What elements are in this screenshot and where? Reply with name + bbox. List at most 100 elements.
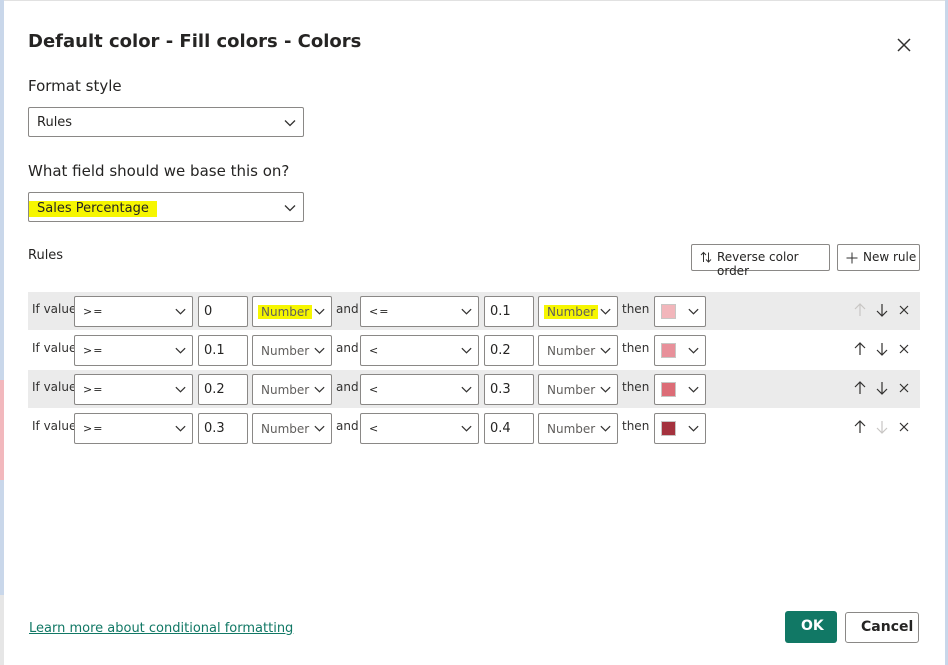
rule-row: If value >= 0.2 Number and < 0.3 Number … [28,370,920,408]
type1-dropdown[interactable]: Number [252,335,332,366]
cancel-button[interactable]: Cancel [845,612,919,643]
operator2-value: < [369,344,380,357]
move-down-icon[interactable] [874,380,890,396]
if-value-label: If value [32,419,77,433]
value1-input[interactable]: 0 [198,296,248,327]
then-label: then [622,380,650,394]
if-value-label: If value [32,341,77,355]
and-label: and [336,341,359,355]
value1-text: 0 [204,304,213,319]
move-up-icon[interactable] [852,419,868,435]
color-swatch [661,382,676,397]
delete-rule-icon[interactable] [896,341,912,357]
value2-input[interactable]: 0.2 [484,335,534,366]
delete-rule-icon[interactable] [896,302,912,318]
rule-row: If value >= 0.3 Number and < 0.4 Number … [28,409,920,447]
type2-value: Number [544,305,599,319]
format-style-dropdown[interactable]: Rules [28,107,304,137]
move-up-icon[interactable] [852,341,868,357]
type2-dropdown[interactable]: Number [538,374,618,405]
operator2-dropdown[interactable]: < [360,413,479,444]
chevron-down-icon [314,386,325,393]
field-value: Sales Percentage [29,201,157,217]
value2-input[interactable]: 0.4 [484,413,534,444]
operator1-value: >= [83,422,104,435]
delete-rule-icon[interactable] [896,380,912,396]
move-down-icon[interactable] [874,302,890,318]
value1-text: 0.2 [204,382,225,397]
move-up-icon[interactable] [852,302,868,318]
operator1-value: >= [83,344,104,357]
value2-input[interactable]: 0.3 [484,374,534,405]
chevron-down-icon [461,386,472,393]
type1-value: Number [261,383,310,397]
rule-row: If value >= 0.1 Number and < 0.2 Number … [28,331,920,369]
value2-text: 0.2 [490,343,511,358]
chevron-down-icon [175,386,186,393]
then-label: then [622,419,650,433]
if-value-label: If value [32,380,77,394]
then-label: then [622,341,650,355]
type1-value: Number [258,305,313,319]
chevron-down-icon [314,347,325,354]
type1-dropdown[interactable]: Number [252,413,332,444]
value1-input[interactable]: 0.2 [198,374,248,405]
type1-dropdown[interactable]: Number [252,374,332,405]
operator1-dropdown[interactable]: >= [74,413,193,444]
operator1-value: >= [83,305,104,318]
and-label: and [336,380,359,394]
color-picker[interactable] [654,335,706,366]
type1-value: Number [261,422,310,436]
move-down-icon[interactable] [874,419,890,435]
move-up-icon[interactable] [852,380,868,396]
rules-label: Rules [28,248,64,263]
operator1-value: >= [83,383,104,396]
operator2-value: <= [369,305,390,318]
delete-rule-icon[interactable] [896,419,912,435]
operator1-dropdown[interactable]: >= [74,374,193,405]
operator2-dropdown[interactable]: <= [360,296,479,327]
type1-value: Number [261,344,310,358]
chevron-down-icon [600,308,611,315]
chevron-down-icon [175,347,186,354]
type2-value: Number [547,383,596,397]
field-dropdown[interactable]: Sales Percentage [28,192,304,222]
value1-input[interactable]: 0.3 [198,413,248,444]
chevron-down-icon [600,386,611,393]
chevron-down-icon [175,425,186,432]
operator2-dropdown[interactable]: < [360,335,479,366]
chevron-down-icon [688,347,699,354]
new-rule-label: New rule [863,250,917,264]
sort-arrows-icon [700,251,712,263]
type2-dropdown[interactable]: Number [538,296,618,327]
ok-label: OK [801,618,824,634]
value2-input[interactable]: 0.1 [484,296,534,327]
learn-more-link[interactable]: Learn more about conditional formatting [29,621,293,636]
type1-dropdown[interactable]: Number [252,296,332,327]
color-picker[interactable] [654,296,706,327]
operator1-dropdown[interactable]: >= [74,296,193,327]
conditional-format-dialog: Default color - Fill colors - Colors For… [4,1,945,665]
color-swatch [661,343,676,358]
color-picker[interactable] [654,374,706,405]
chevron-down-icon [688,425,699,432]
type2-dropdown[interactable]: Number [538,335,618,366]
type2-value: Number [547,422,596,436]
chevron-down-icon [314,308,325,315]
format-style-label: Format style [28,77,122,95]
new-rule-button[interactable]: New rule [837,244,920,271]
operator2-value: < [369,422,380,435]
reverse-color-order-label: Reverse color order [717,250,799,278]
type2-dropdown[interactable]: Number [538,413,618,444]
move-down-icon[interactable] [874,341,890,357]
reverse-color-order-button[interactable]: Reverse color order [691,244,830,278]
operator2-dropdown[interactable]: < [360,374,479,405]
value1-input[interactable]: 0.1 [198,335,248,366]
color-picker[interactable] [654,413,706,444]
value2-text: 0.3 [490,382,511,397]
close-icon[interactable] [893,34,915,56]
operator1-dropdown[interactable]: >= [74,335,193,366]
if-value-label: If value [32,302,77,316]
then-label: then [622,302,650,316]
ok-button[interactable]: OK [785,611,837,643]
